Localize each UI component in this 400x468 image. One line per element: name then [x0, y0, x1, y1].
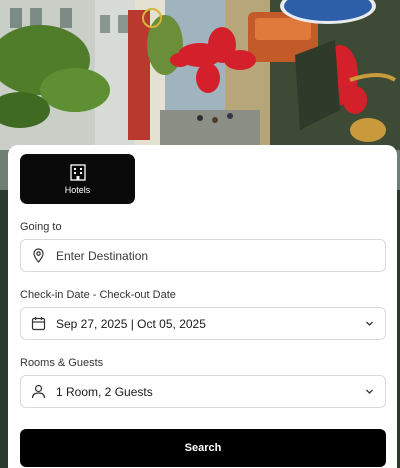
location-pin-icon [33, 248, 44, 263]
destination-field[interactable]: Enter Destination [20, 239, 386, 272]
search-button[interactable]: Search [20, 429, 386, 467]
tab-hotels[interactable]: Hotels [20, 154, 135, 204]
tab-hotels-label: Hotels [64, 184, 91, 195]
guests-field[interactable]: 1 Room, 2 Guests [20, 375, 386, 408]
dates-label: Check-in Date - Check-out Date [20, 289, 176, 301]
destination-input[interactable]: Enter Destination [56, 249, 148, 263]
dates-value: Sep 27, 2025 | Oct 05, 2025 [56, 316, 206, 331]
guests-value: 1 Room, 2 Guests [56, 384, 153, 399]
chevron-down-icon[interactable] [365, 387, 374, 396]
guests-label: Rooms & Guests [20, 357, 104, 369]
building-icon [69, 163, 86, 181]
chevron-down-icon[interactable] [365, 319, 374, 328]
destination-label: Going to [20, 221, 62, 233]
person-icon [31, 384, 46, 399]
search-card: Hotels Going to Enter Destination Check-… [8, 145, 397, 468]
dates-field[interactable]: Sep 27, 2025 | Oct 05, 2025 [20, 307, 386, 340]
calendar-icon [31, 317, 46, 331]
